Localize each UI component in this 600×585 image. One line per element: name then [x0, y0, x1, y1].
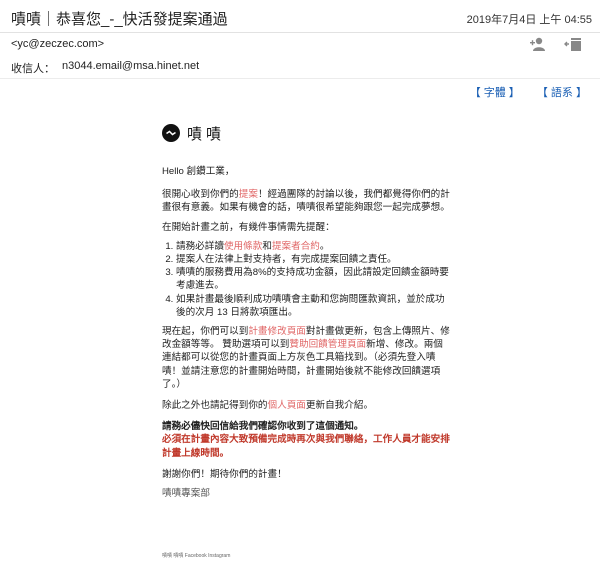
recipient-address: n3044.email@msa.hinet.net	[62, 60, 200, 72]
notice-confirm: 請務必儘快回信給我們確認你收到了這個通知。	[162, 421, 364, 433]
signature: 嘖嘖專案部	[162, 488, 210, 500]
contract-link[interactable]: 提案者合約	[272, 241, 320, 252]
notice-schedule: 必須在計畫內容大致預備完成時再次與我們聯絡，工作人員才能安排計畫上線時間。	[162, 434, 450, 459]
paragraph-profile: 除此之外也請記得到你的個人頁面更新自我介紹。	[162, 400, 374, 412]
reward-manage-link[interactable]: 贊助回饋管理頁面	[289, 339, 366, 350]
project-edit-link[interactable]: 計畫修改頁面	[248, 326, 306, 337]
language-link[interactable]: 【 語系 】	[537, 87, 587, 99]
email-subject: 嘖嘖｜恭喜您_-_快活發提案通過	[11, 11, 228, 28]
profile-link[interactable]: 個人頁面	[268, 400, 306, 411]
paragraph-reminder: 在開始計畫之前，有幾件事情需先提醒：	[162, 221, 335, 233]
list-item: 請務必詳讀使用條款和提案者合約。	[176, 240, 452, 253]
view-options: 【 字體 】 【 語系 】	[456, 84, 587, 100]
from-row: <yc@zeczec.com>	[0, 33, 600, 53]
brand-name: 嘖嘖	[187, 126, 226, 143]
zeczec-logo-icon	[162, 124, 180, 142]
proposal-link[interactable]: 提案	[239, 189, 258, 200]
sender-address: <yc@zeczec.com>	[11, 38, 105, 50]
recipient-row: 收信人： n3044.email@msa.hinet.net	[0, 54, 600, 79]
thanks: 謝謝你們！期待你們的計畫！	[162, 468, 287, 480]
paragraph-intro: 很開心收到你們的提案！經過團隊的討論以後，我們都覺得你們的計畫很有意義。如果有機…	[162, 189, 450, 214]
list-item: 如果計畫最後順利成功嘖嘖會主動和您詢問匯款資訊，並於成功後的次月 13 日將款項…	[176, 293, 452, 319]
paragraph-edit: 現在起，你們可以到計畫修改頁面對計畫做更新，包含上傳照片、修改金額等等。 贊助選…	[162, 326, 450, 390]
reminder-list: 請務必詳讀使用條款和提案者合約。 提案人在法律上對支持者，有完成提案回饋之責任。…	[162, 240, 452, 319]
terms-link[interactable]: 使用條款	[224, 241, 262, 252]
block-sender-icon[interactable]	[563, 36, 583, 52]
greeting: Hello 創鑽工業，	[162, 166, 235, 177]
email-header: 嘖嘖｜恭喜您_-_快活發提案通過 2019年7月4日 上午 04:55	[0, 0, 600, 33]
font-link[interactable]: 【 字體 】	[470, 87, 520, 99]
footer-links[interactable]: 嘖嘖 嘖嘖 Facebook Instagram	[162, 552, 230, 559]
list-item: 嘖嘖的服務費用為8%的支持成功金額，因此請設定回饋金額時要考慮進去。	[176, 266, 452, 292]
add-contact-icon[interactable]	[528, 36, 548, 52]
email-body: Hello 創鑽工業， 很開心收到你們的提案！經過團隊的討論以後，我們都覺得你們…	[162, 165, 452, 500]
email-date: 2019年7月4日 上午 04:55	[466, 14, 592, 26]
list-item: 提案人在法律上對支持者，有完成提案回饋之責任。	[176, 253, 452, 266]
recipient-label: 收信人：	[11, 63, 55, 75]
